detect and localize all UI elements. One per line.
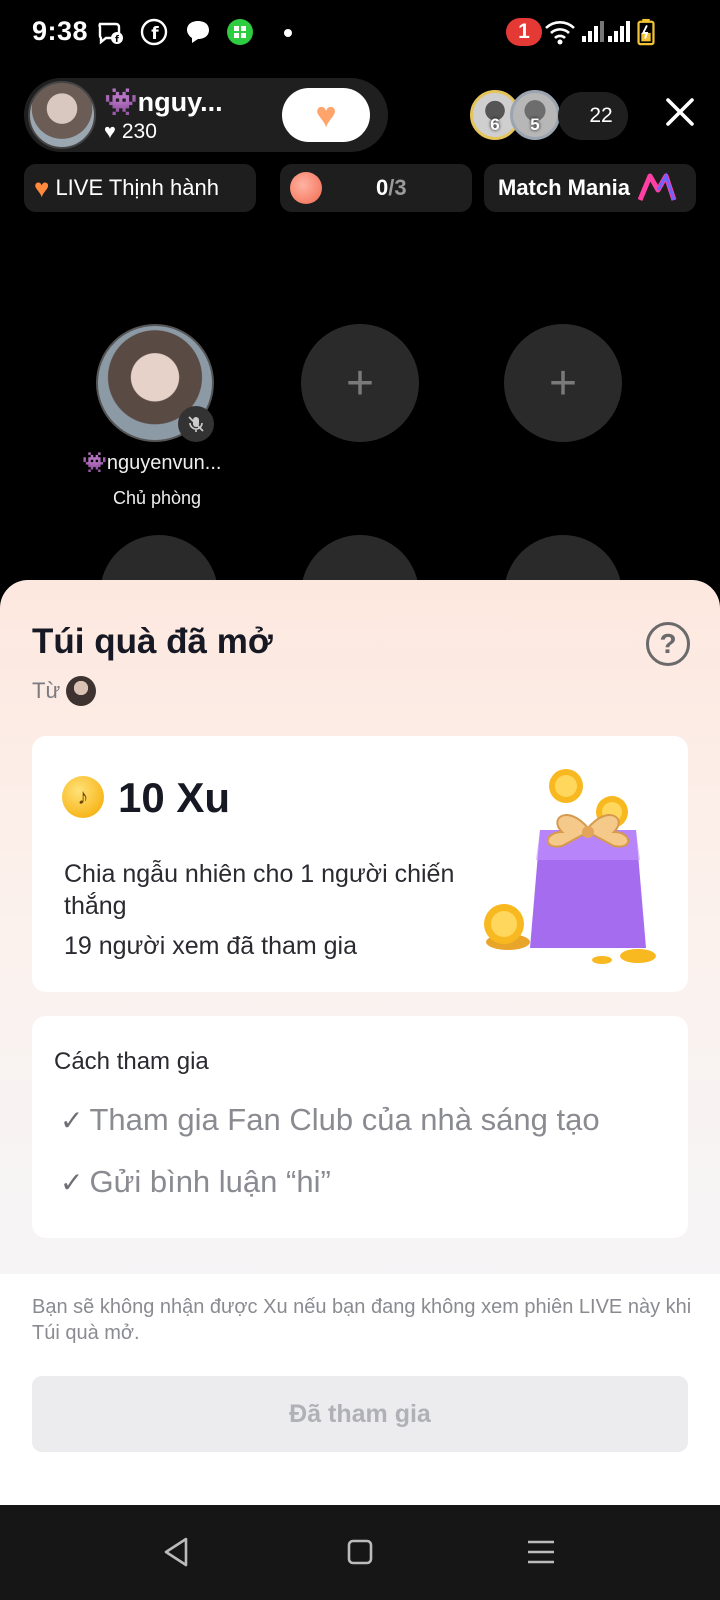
check-icon: ✓ <box>60 1104 84 1136</box>
task-progress-current: 0 <box>376 175 389 200</box>
peach-icon <box>290 172 322 204</box>
how-to-join-title: Cách tham gia <box>54 1048 209 1075</box>
reward-description: Chia ngẫu nhiên cho 1 người chiến thắng <box>64 860 455 920</box>
task-progress-total: /3 <box>388 175 407 200</box>
messenger-icon: f <box>98 22 123 45</box>
status-bar: 9:38 f f 1 <box>0 0 720 66</box>
plus-icon: + <box>345 356 375 410</box>
match-mania-chip[interactable]: Match Mania <box>484 164 696 212</box>
fan-heart-icon: ♥ <box>315 94 337 135</box>
task-progress: 0/3 <box>376 175 407 201</box>
viewer-count[interactable]: 22 <box>558 92 628 140</box>
requirement-text: Tham gia Fan Club của nhà sáng tạo <box>89 1102 600 1137</box>
chat-icon <box>187 21 209 43</box>
heart-icon: ♥ <box>34 172 50 203</box>
notification-dot <box>284 29 292 37</box>
signal-icon <box>582 21 604 42</box>
host-likes-count: 230 <box>121 120 157 143</box>
sheet-footer: Bạn sẽ không nhận được Xu nếu bạn đang k… <box>0 1274 720 1505</box>
notification-count-badge: 1 <box>506 18 542 46</box>
gift-bag-sheet: Túi quà đã mở ? Từ ♪ 10 Xu Chia ngẫu nhi… <box>0 580 720 1505</box>
fan-heart-count: 1 <box>348 119 356 134</box>
battery-icon <box>637 18 655 46</box>
reward-card: ♪ 10 Xu Chia ngẫu nhiên cho 1 người chiế… <box>32 736 688 992</box>
facebook-icon: f <box>140 18 168 46</box>
from-row: Từ <box>32 676 97 706</box>
host-seat-name: 👾nguyenvun... <box>82 452 222 474</box>
match-mania-logo-icon <box>638 172 677 201</box>
signal-icon-2 <box>608 21 630 42</box>
svg-text:f: f <box>115 35 119 45</box>
joined-button[interactable]: Đã tham gia <box>32 1376 688 1452</box>
host-likes: ♥ 230 <box>104 120 157 144</box>
back-icon[interactable] <box>160 1535 194 1569</box>
plus-icon: + <box>548 356 578 410</box>
host-name: 👾nguy... <box>104 87 223 117</box>
empty-seat[interactable]: + <box>504 324 622 442</box>
match-mania-label: Match Mania <box>498 175 631 200</box>
coin-icon: ♪ <box>62 776 104 818</box>
status-time: 9:38 <box>32 16 89 46</box>
empty-seat[interactable]: + <box>301 324 419 442</box>
gift-bag-icon <box>484 769 656 964</box>
fan-heart-button[interactable]: ♥ 1 <box>282 88 370 142</box>
check-icon: ✓ <box>60 1166 84 1198</box>
help-icon[interactable]: ? <box>646 622 690 666</box>
task-progress-chip[interactable]: 0/3 <box>280 164 472 212</box>
reward-amount: 10 Xu <box>118 774 231 821</box>
host-seat-role: Chủ phòng <box>112 488 202 508</box>
sheet-title: Túi quà đã mở <box>32 622 273 661</box>
requirement-text: Gửi bình luận “hi” <box>89 1164 331 1199</box>
requirement-item: ✓ Tham gia Fan Club của nhà sáng tạo <box>60 1102 600 1138</box>
trending-label: LIVE Thịnh hành <box>55 175 219 200</box>
top-viewer-rank: 5 <box>530 115 540 134</box>
close-icon[interactable] <box>660 92 700 132</box>
top-viewer-avatar-2[interactable]: 5 <box>510 90 560 140</box>
participant-count: 19 người xem đã tham gia <box>64 932 358 960</box>
wifi-icon <box>545 21 575 45</box>
sender-avatar[interactable] <box>66 676 97 706</box>
host-info-pill[interactable]: 👾nguy... ♥ 230 ♥ 1 <box>24 78 388 152</box>
how-to-join-card: Cách tham gia ✓ Tham gia Fan Club của nh… <box>32 1016 688 1238</box>
svg-text:f: f <box>151 24 159 44</box>
app-icon <box>227 19 253 45</box>
heart-icon: ♥ <box>104 120 116 143</box>
host-avatar[interactable] <box>28 81 96 149</box>
trending-chip[interactable]: ♥ LIVE Thịnh hành <box>24 164 256 212</box>
recents-icon[interactable] <box>524 1535 558 1569</box>
system-nav-bar <box>0 1505 720 1600</box>
from-label: Từ <box>32 678 61 703</box>
requirement-item: ✓ Gửi bình luận “hi” <box>60 1164 331 1200</box>
eligibility-notice: Bạn sẽ không nhận được Xu nếu bạn đang k… <box>32 1296 692 1344</box>
mic-muted-icon <box>178 406 214 442</box>
top-viewers[interactable]: 6 5 22 <box>470 90 632 142</box>
home-icon[interactable] <box>343 1535 377 1569</box>
